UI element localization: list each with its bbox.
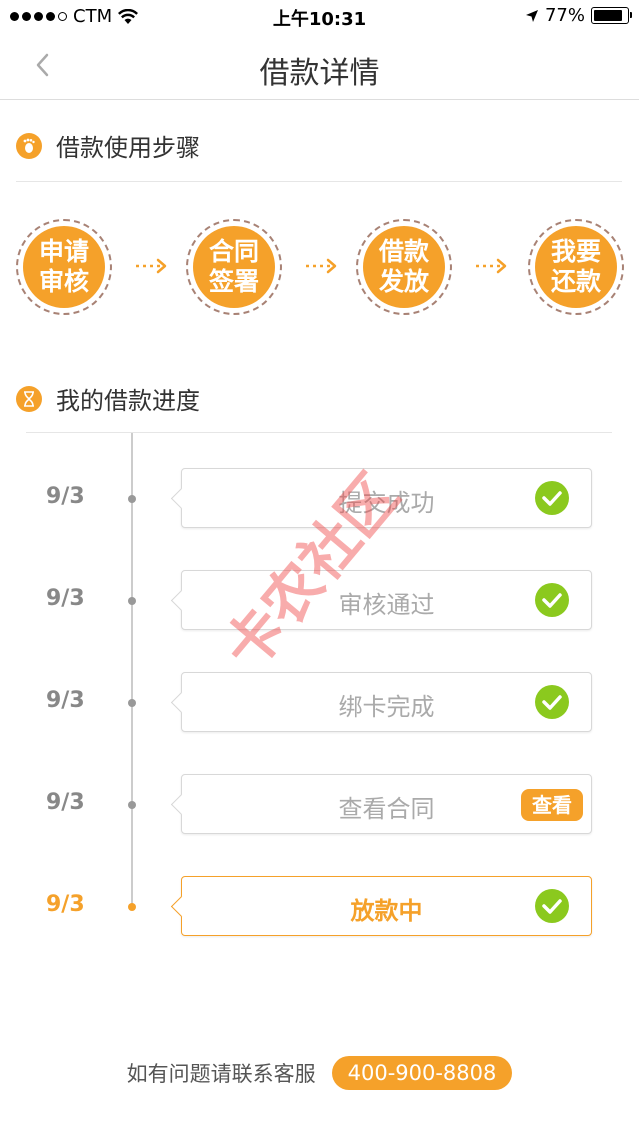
page-title: 借款详情 xyxy=(259,56,380,91)
progress-item-active: 9/3 放款中 xyxy=(0,876,639,938)
section-divider xyxy=(26,432,612,433)
progress-date: 9/3 xyxy=(46,790,85,815)
progress-card: 审核通过 xyxy=(170,570,592,630)
step-label-line1: 申请 xyxy=(38,237,89,266)
step-label-line2: 审核 xyxy=(38,267,89,296)
progress-section-title: 我的借款进度 xyxy=(56,387,200,415)
step-label-line2: 发放 xyxy=(378,267,429,296)
progress-label: 提交成功 xyxy=(338,489,435,517)
nav-bar: 借款详情 xyxy=(0,34,639,100)
progress-label: 绑卡完成 xyxy=(338,693,435,721)
check-icon xyxy=(535,481,569,515)
progress-card: 放款中 xyxy=(170,876,592,936)
step-disburse: 借款 发放 xyxy=(356,219,452,315)
check-icon xyxy=(535,685,569,719)
timeline-dot xyxy=(128,903,136,911)
check-icon xyxy=(535,583,569,617)
contact-footer: 如有问题请联系客服 400-900-8808 xyxy=(0,1056,639,1090)
step-apply-review: 申请 审核 xyxy=(16,219,112,315)
hourglass-icon xyxy=(16,385,42,412)
progress-item: 9/3 提交成功 xyxy=(0,468,639,530)
progress-section-header: 我的借款进度 xyxy=(16,381,200,416)
dotted-arrow-icon xyxy=(476,258,507,274)
timeline-dot xyxy=(128,699,136,707)
progress-label: 放款中 xyxy=(350,897,423,925)
footprint-icon xyxy=(16,132,42,159)
step-label-line2: 还款 xyxy=(550,267,601,296)
steps-section-title: 借款使用步骤 xyxy=(56,134,200,162)
step-sign-contract: 合同 签署 xyxy=(186,219,282,315)
step-label-line1: 我要 xyxy=(550,237,601,266)
status-bar: CTM 上午10:31 77% xyxy=(0,0,639,34)
step-repay: 我要 还款 xyxy=(528,219,624,315)
steps-section-header: 借款使用步骤 xyxy=(16,128,200,163)
timeline-dot xyxy=(128,597,136,605)
timeline-dot xyxy=(128,495,136,503)
progress-label: 审核通过 xyxy=(338,591,435,619)
progress-card: 提交成功 xyxy=(170,468,592,528)
section-divider xyxy=(16,181,622,182)
progress-date: 9/3 xyxy=(46,892,85,917)
steps-flow: 申请 审核 合同 签署 借款 发放 我要 还款 xyxy=(16,219,624,315)
battery-percent: 77% xyxy=(544,5,585,26)
dotted-arrow-icon xyxy=(306,258,337,274)
contact-text: 如有问题请联系客服 xyxy=(126,1062,316,1086)
view-contract-button[interactable]: 查看 xyxy=(521,789,583,821)
progress-date: 9/3 xyxy=(46,484,85,509)
service-phone-button[interactable]: 400-900-8808 xyxy=(331,1056,513,1090)
location-arrow-icon xyxy=(525,9,538,22)
progress-date: 9/3 xyxy=(46,586,85,611)
progress-date: 9/3 xyxy=(46,688,85,713)
progress-item: 9/3 绑卡完成 xyxy=(0,672,639,734)
check-icon xyxy=(535,889,569,923)
step-label-line2: 签署 xyxy=(208,267,259,296)
step-label-line1: 借款 xyxy=(378,237,429,266)
battery-icon xyxy=(591,7,632,24)
timeline-dot xyxy=(128,801,136,809)
progress-card: 绑卡完成 xyxy=(170,672,592,732)
progress-item: 9/3 查看合同 查看 xyxy=(0,774,639,836)
dotted-arrow-icon xyxy=(136,258,167,274)
progress-card-contract[interactable]: 查看合同 查看 xyxy=(170,774,592,834)
step-label-line1: 合同 xyxy=(208,237,259,266)
progress-item: 9/3 审核通过 xyxy=(0,570,639,632)
